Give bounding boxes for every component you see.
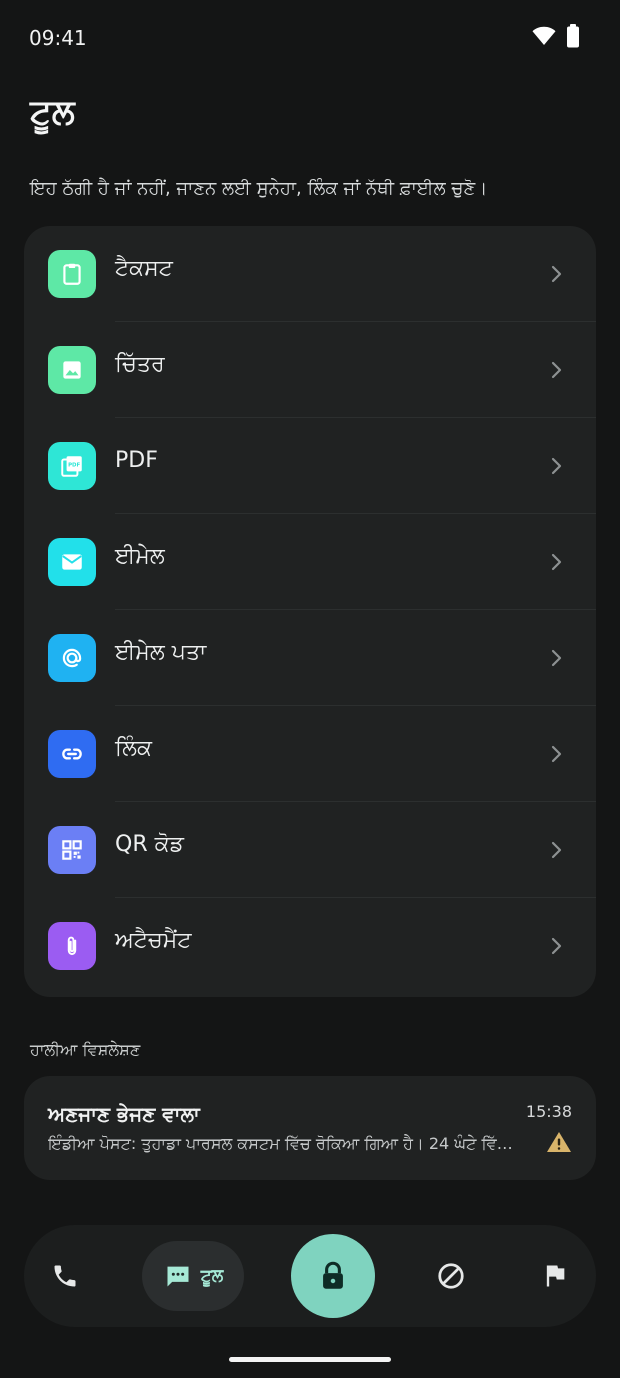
recent-item[interactable]: ਅਣਜਾਣ ਭੇਜਣ ਵਾਲਾ 15:38 ਇੰਡੀਆ ਪੋਸਟ: ਤੁਹਾਡਾ… <box>24 1076 596 1180</box>
tools-list: ਟੈਕਸਟ ਚਿੱਤਰ PDF PDF ਈਮੇਲ ਈਮੇਲ ਪਤਾ ਲਿੰਕ Q… <box>24 226 596 997</box>
tool-label: ਟੈਕਸਟ <box>115 256 173 281</box>
qr-icon <box>62 840 82 860</box>
home-indicator[interactable] <box>229 1357 391 1362</box>
chevron-right-icon <box>551 649 562 667</box>
block-icon <box>438 1263 464 1289</box>
chevron-right-icon <box>551 553 562 571</box>
nav-flag[interactable] <box>530 1251 580 1301</box>
tool-icon-bg <box>48 730 96 778</box>
tool-item-email-address[interactable]: ਈਮੇਲ ਪਤਾ <box>24 610 596 706</box>
chevron-right-icon <box>551 361 562 379</box>
svg-text:PDF: PDF <box>68 463 80 469</box>
tools-chat-icon <box>167 1266 189 1287</box>
bottom-nav: ਟੂਲ <box>24 1225 596 1327</box>
wifi-icon <box>532 26 556 45</box>
recent-sender: ਅਣਜਾਣ ਭੇਜਣ ਵਾਲਾ <box>48 1102 200 1126</box>
warning-icon <box>547 1132 571 1152</box>
recent-heading: ਹਾਲੀਆ ਵਿਸ਼ਲੇਸ਼ਣ <box>30 1040 141 1059</box>
tool-label: ਅਟੈਚਮੈਂਟ <box>115 928 192 953</box>
tool-icon-bg <box>48 826 96 874</box>
at-icon <box>62 648 82 668</box>
nav-tools-label: ਟੂਲ <box>200 1266 224 1286</box>
nav-phone[interactable] <box>40 1251 90 1301</box>
tool-item-text[interactable]: ਟੈਕਸਟ <box>24 226 596 322</box>
chevron-right-icon <box>551 457 562 475</box>
tool-item-image[interactable]: ਚਿੱਤਰ <box>24 322 596 418</box>
status-time: 09:41 <box>29 26 87 50</box>
chevron-right-icon <box>551 841 562 859</box>
tool-icon-bg: PDF <box>48 442 96 490</box>
tool-icon-bg <box>48 538 96 586</box>
nav-tools[interactable]: ਟੂਲ <box>142 1241 244 1311</box>
tool-icon-bg <box>48 634 96 682</box>
tool-item-link[interactable]: ਲਿੰਕ <box>24 706 596 802</box>
paperclip-icon <box>67 936 77 956</box>
tool-label: ਈਮੇਲ ਪਤਾ <box>115 640 207 665</box>
tool-label: PDF <box>115 448 158 473</box>
tool-icon-bg <box>48 922 96 970</box>
status-bar: 09:41 <box>0 0 620 76</box>
tool-item-qr-code[interactable]: QR ਕੋਡ <box>24 802 596 898</box>
chevron-right-icon <box>551 265 562 283</box>
tool-icon-bg <box>48 346 96 394</box>
tool-icon-bg <box>48 250 96 298</box>
recent-preview: ਇੰਡੀਆ ਪੋਸਟ: ਤੁਹਾਡਾ ਪਾਰਸਲ ਕਸਟਮ ਵਿੱਚ ਰੋਕਿਆ… <box>48 1134 514 1153</box>
tool-item-attachment[interactable]: ਅਟੈਚਮੈਂਟ <box>24 898 596 994</box>
page-title: ਟੂਲ <box>30 92 75 132</box>
page-subtitle: ਇਹ ਠੱਗੀ ਹੈ ਜਾਂ ਨਹੀਂ, ਜਾਣਨ ਲਈ ਸੁਨੇਹਾ, ਲਿੰ… <box>30 178 488 199</box>
nav-block[interactable] <box>426 1251 476 1301</box>
mail-icon <box>62 554 82 570</box>
tool-item-email[interactable]: ਈਮੇਲ <box>24 514 596 610</box>
tool-label: ਲਿੰਕ <box>115 736 152 761</box>
pdf-icon: PDF <box>61 456 82 477</box>
lock-icon <box>323 1261 343 1289</box>
tool-label: QR ਕੋਡ <box>115 832 184 857</box>
tool-item-pdf[interactable]: PDF PDF <box>24 418 596 514</box>
tool-label: ਚਿੱਤਰ <box>115 352 165 377</box>
phone-icon <box>54 1265 76 1287</box>
chevron-right-icon <box>551 937 562 955</box>
image-icon <box>63 361 81 379</box>
chevron-right-icon <box>551 745 562 763</box>
status-icons <box>532 24 580 48</box>
link-icon <box>62 748 82 760</box>
battery-icon <box>567 24 579 48</box>
flag-icon <box>546 1265 565 1287</box>
tool-label: ਈਮੇਲ <box>115 544 165 569</box>
nav-lock-button[interactable] <box>291 1234 375 1318</box>
recent-time: 15:38 <box>525 1102 572 1121</box>
clipboard-icon <box>63 263 81 285</box>
